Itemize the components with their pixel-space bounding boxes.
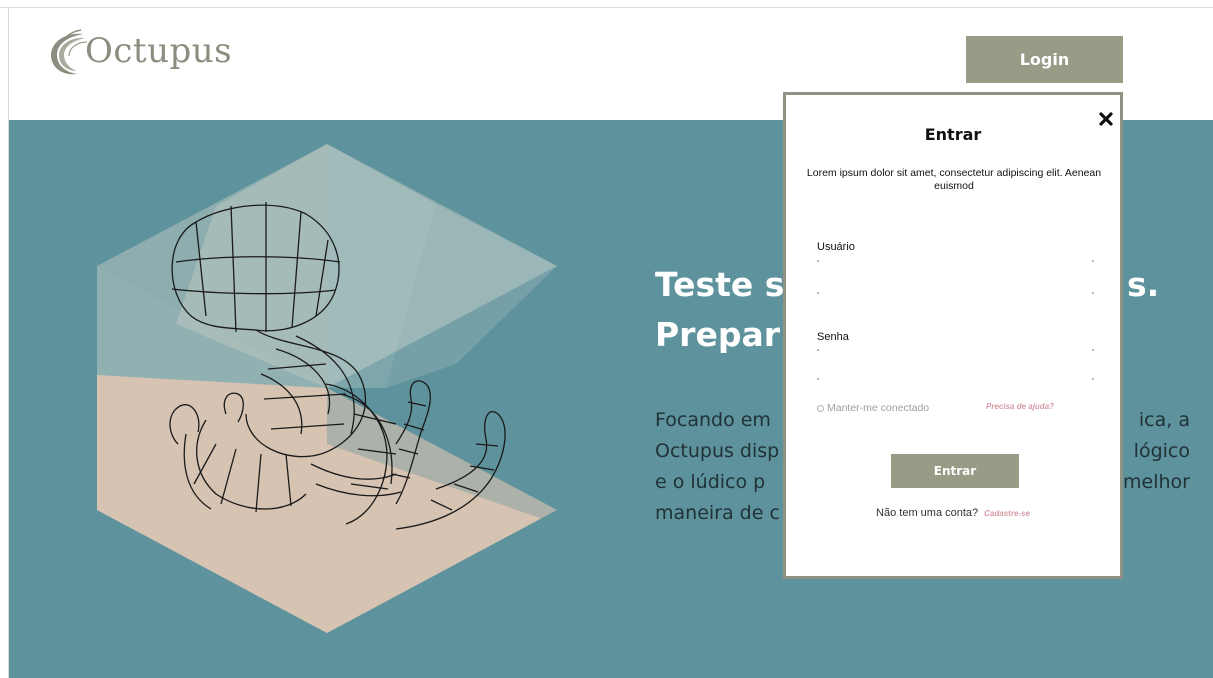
username-field-corner-tr <box>1092 260 1094 262</box>
username-input[interactable] <box>817 258 1094 292</box>
password-input[interactable] <box>817 347 1094 381</box>
username-field-corner-bl <box>817 292 819 294</box>
login-button[interactable]: Login <box>966 36 1123 83</box>
logo-text: Octupus <box>85 31 233 71</box>
signup-link[interactable]: Cadastre-se <box>984 509 1030 518</box>
help-link[interactable]: Precisa de ajuda? <box>986 402 1054 411</box>
username-field-corner-tl <box>817 260 819 262</box>
logo[interactable]: Octupus <box>45 28 232 78</box>
password-field-corner-br <box>1092 378 1094 380</box>
remember-me-option[interactable]: Manter-me conectado <box>817 402 929 414</box>
password-field-corner-bl <box>817 378 819 380</box>
submit-button[interactable]: Entrar <box>891 454 1019 488</box>
no-account-text: Não tem uma conta? <box>876 507 979 519</box>
username-field-corner-br <box>1092 292 1094 294</box>
signup-row: Não tem uma conta? Cadastre-se <box>786 507 1120 519</box>
page: Octupus Login Teste s s. Prepar Focando … <box>0 0 1213 678</box>
radio-icon[interactable] <box>817 404 824 412</box>
octopus-wireframe-illustration <box>97 144 557 633</box>
login-modal: Entrar Lorem ipsum dolor sit amet, conse… <box>783 92 1123 579</box>
modal-subtitle: Lorem ipsum dolor sit amet, consectetur … <box>806 167 1102 192</box>
modal-title: Entrar <box>924 125 982 144</box>
password-field-corner-tr <box>1092 349 1094 351</box>
password-field-corner-tl <box>817 349 819 351</box>
password-label: Senha <box>817 331 849 343</box>
username-label: Usuário <box>817 241 855 253</box>
remember-me-label: Manter-me conectado <box>827 402 930 414</box>
